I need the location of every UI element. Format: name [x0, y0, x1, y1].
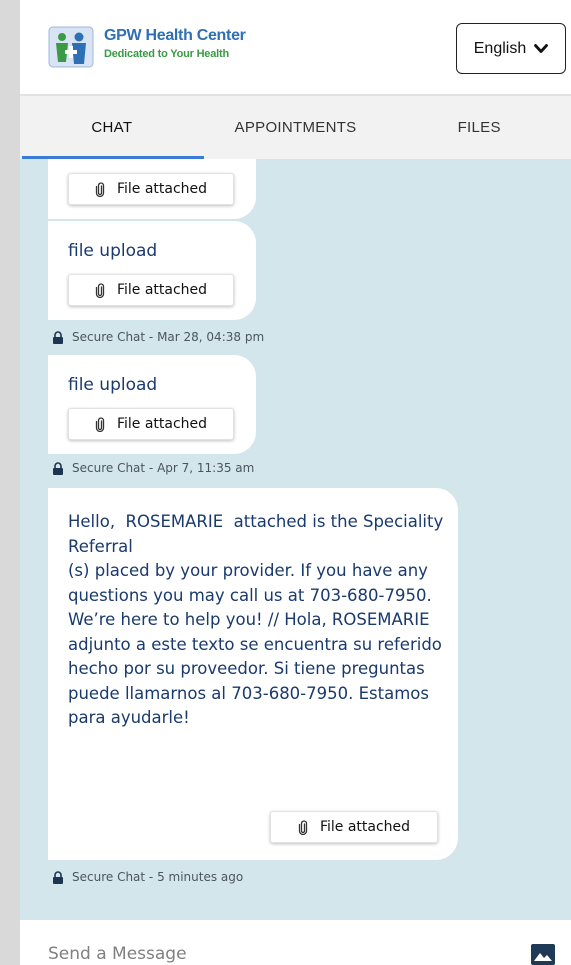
message-input[interactable] — [48, 942, 488, 965]
message-text: file upload — [68, 375, 158, 395]
file-attached-button[interactable]: File attached — [68, 408, 234, 440]
file-attached-label: File attached — [116, 282, 208, 298]
paperclip-icon — [95, 181, 105, 197]
file-attached-button[interactable]: File attached — [68, 173, 234, 205]
brand-tagline: Dedicated to Your Health — [104, 48, 229, 60]
message-timestamp: Secure Chat - 5 minutes ago — [72, 870, 244, 884]
lock-icon — [53, 461, 63, 475]
paperclip-icon — [298, 819, 308, 835]
chat-thread[interactable]: File attached file upload File attached … — [20, 159, 571, 920]
message-meta: Secure Chat - Apr 7, 11:35 am — [52, 461, 254, 475]
message-bubble: file upload File attached — [48, 221, 256, 320]
file-attached-button[interactable]: File attached — [270, 811, 438, 843]
app-frame: GPW Health Center Dedicated to Your Heal… — [20, 0, 571, 965]
message-timestamp: Secure Chat - Apr 7, 11:35 am — [72, 461, 255, 475]
message-bubble: File attached — [48, 159, 256, 219]
tab-bar: CHAT APPOINTMENTS FILES — [20, 96, 571, 159]
file-attached-label: File attached — [319, 819, 411, 835]
file-attached-button[interactable]: File attached — [68, 274, 234, 306]
tab-files[interactable]: FILES — [387, 96, 571, 159]
paperclip-icon — [95, 282, 105, 298]
chevron-down-icon — [534, 43, 549, 53]
message-text: Hello, ROSEMARIE attached is the Special… — [68, 512, 444, 727]
app-header: GPW Health Center Dedicated to Your Heal… — [20, 0, 571, 95]
paperclip-icon — [95, 416, 105, 432]
tab-chat[interactable]: CHAT — [20, 96, 204, 159]
gpw-logo-icon — [48, 26, 94, 68]
file-attached-label: File attached — [116, 181, 208, 197]
image-icon[interactable] — [531, 944, 555, 965]
lock-icon — [53, 330, 63, 344]
message-meta: Secure Chat - 5 minutes ago — [52, 870, 243, 884]
message-meta: Secure Chat - Mar 28, 04:38 pm — [52, 330, 264, 344]
file-attached-label: File attached — [116, 416, 208, 432]
language-select[interactable]: English — [456, 23, 566, 74]
lock-icon — [53, 870, 63, 884]
message-bubble: file upload File attached — [48, 355, 256, 454]
message-composer — [20, 920, 571, 965]
brand-name: GPW Health Center — [104, 27, 246, 44]
message-bubble: Hello, ROSEMARIE attached is the Special… — [48, 488, 458, 860]
tab-appointments[interactable]: APPOINTMENTS — [204, 96, 388, 159]
message-text: file upload — [68, 241, 158, 261]
message-timestamp: Secure Chat - Mar 28, 04:38 pm — [72, 330, 265, 344]
language-select-value: English — [473, 39, 527, 57]
